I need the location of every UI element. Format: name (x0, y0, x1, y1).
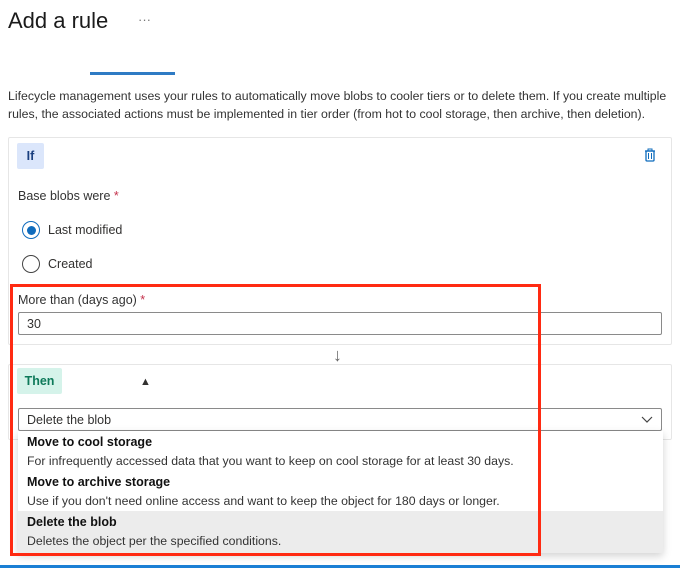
more-options-button[interactable]: ··· (138, 12, 151, 27)
action-dropdown-list: Move to cool storage For infrequently acc… (18, 431, 663, 553)
base-blobs-text: Base blobs were (18, 189, 111, 203)
arrow-down-icon: ↓ (333, 345, 342, 365)
action-select-value: Delete the blob (27, 412, 112, 427)
description: Lifecycle management uses your rules to … (8, 89, 667, 121)
option-delete-blob[interactable]: Delete the blob Deletes the object per th… (18, 511, 663, 553)
option-desc: For infrequently accessed data that you … (27, 454, 514, 468)
option-archive-storage[interactable]: Move to archive storage Use if you don't … (18, 471, 663, 511)
required-mark: * (113, 189, 119, 203)
chevron-down-icon (641, 416, 653, 423)
days-label-text: More than (days ago) (18, 293, 137, 307)
base-blobs-label: Base blobs were * (18, 189, 119, 203)
page-title: Add a rule (8, 8, 109, 33)
option-desc: Use if you don't need online access and … (27, 494, 500, 508)
active-tab-indicator (90, 72, 175, 75)
radio-label: Created (48, 257, 93, 271)
if-badge: If (17, 143, 44, 169)
radio-circle[interactable] (22, 221, 40, 239)
option-cool-storage[interactable]: Move to cool storage For infrequently acc… (18, 431, 663, 471)
mouse-cursor-icon: ▲ (140, 376, 151, 388)
option-desc: Deletes the object per the specified con… (27, 534, 282, 548)
radio-last-modified[interactable]: Last modified (22, 221, 122, 239)
days-label: More than (days ago) * (18, 293, 145, 307)
bottom-border (0, 565, 680, 568)
radio-label: Last modified (48, 223, 123, 237)
radio-circle[interactable] (22, 255, 40, 273)
option-title: Delete the blob (27, 515, 117, 529)
then-badge: Then (17, 368, 62, 394)
days-input[interactable]: 30 (18, 312, 662, 335)
option-title: Move to archive storage (27, 475, 171, 489)
required-mark: * (140, 293, 146, 307)
action-select[interactable]: Delete the blob (18, 408, 662, 431)
radio-created[interactable]: Created (22, 255, 92, 273)
option-title: Move to cool storage (27, 435, 153, 449)
delete-icon[interactable] (643, 148, 657, 162)
